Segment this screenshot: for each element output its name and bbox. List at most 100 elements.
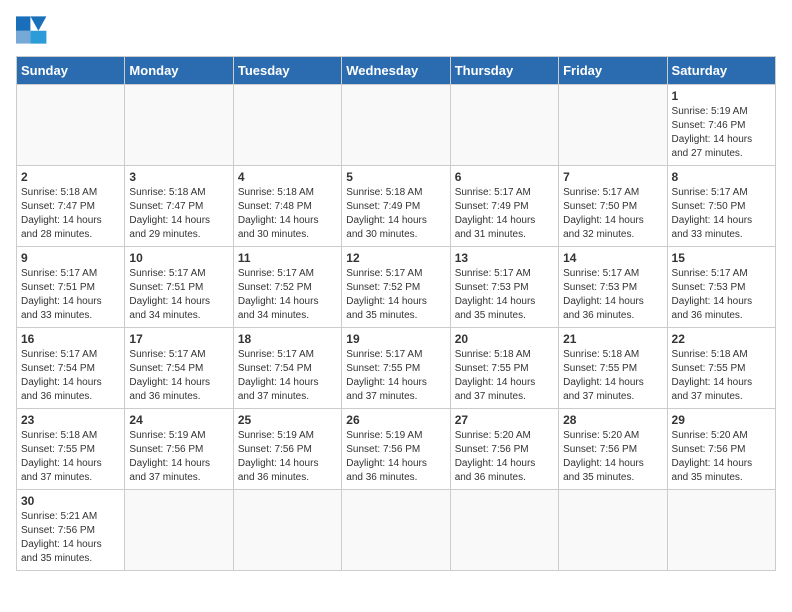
day-info: Sunrise: 5:18 AM Sunset: 7:47 PM Dayligh… — [129, 186, 228, 242]
day-cell: 23 Sunrise: 5:18 AM Sunset: 7:55 PM Dayli… — [17, 409, 125, 490]
day-cell — [667, 490, 775, 571]
day-cell: 16 Sunrise: 5:17 AM Sunset: 7:54 PM Dayli… — [17, 328, 125, 409]
weekday-tuesday: Tuesday — [233, 57, 341, 85]
day-cell — [342, 490, 450, 571]
day-info: Sunrise: 5:17 AM Sunset: 7:53 PM Dayligh… — [563, 267, 662, 323]
day-number: 2 — [21, 170, 120, 184]
weekday-sunday: Sunday — [17, 57, 125, 85]
day-cell: 1 Sunrise: 5:19 AM Sunset: 7:46 PM Daylig… — [667, 85, 775, 166]
day-info: Sunrise: 5:17 AM Sunset: 7:55 PM Dayligh… — [346, 348, 445, 404]
day-number: 11 — [238, 251, 337, 265]
week-row-3: 16 Sunrise: 5:17 AM Sunset: 7:54 PM Dayli… — [17, 328, 776, 409]
day-number: 10 — [129, 251, 228, 265]
day-cell: 21Sunrise: 5:18 AM Sunset: 7:55 PM Dayli… — [559, 328, 667, 409]
weekday-monday: Monday — [125, 57, 233, 85]
day-cell — [450, 85, 558, 166]
day-cell: 27 Sunrise: 5:20 AM Sunset: 7:56 PM Dayli… — [450, 409, 558, 490]
day-info: Sunrise: 5:17 AM Sunset: 7:51 PM Dayligh… — [21, 267, 120, 323]
day-cell — [233, 85, 341, 166]
day-cell: 7 Sunrise: 5:17 AM Sunset: 7:50 PM Daylig… — [559, 166, 667, 247]
day-info: Sunrise: 5:20 AM Sunset: 7:56 PM Dayligh… — [563, 429, 662, 485]
day-cell: 22Sunrise: 5:18 AM Sunset: 7:55 PM Dayli… — [667, 328, 775, 409]
calendar-header: SundayMondayTuesdayWednesdayThursdayFrid… — [17, 57, 776, 85]
day-info: Sunrise: 5:17 AM Sunset: 7:51 PM Dayligh… — [129, 267, 228, 323]
day-info: Sunrise: 5:19 AM Sunset: 7:56 PM Dayligh… — [129, 429, 228, 485]
day-cell — [450, 490, 558, 571]
day-cell: 28 Sunrise: 5:20 AM Sunset: 7:56 PM Dayli… — [559, 409, 667, 490]
day-cell — [17, 85, 125, 166]
day-cell: 11 Sunrise: 5:17 AM Sunset: 7:52 PM Dayli… — [233, 247, 341, 328]
day-cell: 5 Sunrise: 5:18 AM Sunset: 7:49 PM Daylig… — [342, 166, 450, 247]
day-number: 18 — [238, 332, 337, 346]
week-row-1: 2 Sunrise: 5:18 AM Sunset: 7:47 PM Daylig… — [17, 166, 776, 247]
day-cell: 3Sunrise: 5:18 AM Sunset: 7:47 PM Daylig… — [125, 166, 233, 247]
day-number: 7 — [563, 170, 662, 184]
day-info: Sunrise: 5:17 AM Sunset: 7:49 PM Dayligh… — [455, 186, 554, 242]
day-info: Sunrise: 5:19 AM Sunset: 7:46 PM Dayligh… — [672, 105, 771, 161]
day-number: 28 — [563, 413, 662, 427]
day-cell: 20Sunrise: 5:18 AM Sunset: 7:55 PM Dayli… — [450, 328, 558, 409]
day-number: 27 — [455, 413, 554, 427]
day-info: Sunrise: 5:17 AM Sunset: 7:52 PM Dayligh… — [346, 267, 445, 323]
week-row-2: 9 Sunrise: 5:17 AM Sunset: 7:51 PM Daylig… — [17, 247, 776, 328]
day-cell: 9 Sunrise: 5:17 AM Sunset: 7:51 PM Daylig… — [17, 247, 125, 328]
day-info: Sunrise: 5:17 AM Sunset: 7:50 PM Dayligh… — [672, 186, 771, 242]
day-cell: 30Sunrise: 5:21 AM Sunset: 7:56 PM Dayli… — [17, 490, 125, 571]
day-info: Sunrise: 5:17 AM Sunset: 7:53 PM Dayligh… — [455, 267, 554, 323]
day-cell: 6 Sunrise: 5:17 AM Sunset: 7:49 PM Daylig… — [450, 166, 558, 247]
day-number: 6 — [455, 170, 554, 184]
day-info: Sunrise: 5:17 AM Sunset: 7:50 PM Dayligh… — [563, 186, 662, 242]
day-info: Sunrise: 5:18 AM Sunset: 7:48 PM Dayligh… — [238, 186, 337, 242]
day-info: Sunrise: 5:17 AM Sunset: 7:54 PM Dayligh… — [129, 348, 228, 404]
day-info: Sunrise: 5:17 AM Sunset: 7:54 PM Dayligh… — [21, 348, 120, 404]
day-info: Sunrise: 5:19 AM Sunset: 7:56 PM Dayligh… — [238, 429, 337, 485]
week-row-0: 1 Sunrise: 5:19 AM Sunset: 7:46 PM Daylig… — [17, 85, 776, 166]
day-number: 4 — [238, 170, 337, 184]
day-info: Sunrise: 5:19 AM Sunset: 7:56 PM Dayligh… — [346, 429, 445, 485]
day-cell: 10 Sunrise: 5:17 AM Sunset: 7:51 PM Dayli… — [125, 247, 233, 328]
day-number: 5 — [346, 170, 445, 184]
day-number: 29 — [672, 413, 771, 427]
weekday-saturday: Saturday — [667, 57, 775, 85]
day-cell — [342, 85, 450, 166]
day-cell: 15 Sunrise: 5:17 AM Sunset: 7:53 PM Dayli… — [667, 247, 775, 328]
day-number: 1 — [672, 89, 771, 103]
day-cell: 12 Sunrise: 5:17 AM Sunset: 7:52 PM Dayli… — [342, 247, 450, 328]
day-number: 26 — [346, 413, 445, 427]
day-cell: 24Sunrise: 5:19 AM Sunset: 7:56 PM Dayli… — [125, 409, 233, 490]
day-cell — [559, 490, 667, 571]
day-info: Sunrise: 5:18 AM Sunset: 7:49 PM Dayligh… — [346, 186, 445, 242]
day-cell: 14 Sunrise: 5:17 AM Sunset: 7:53 PM Dayli… — [559, 247, 667, 328]
day-info: Sunrise: 5:17 AM Sunset: 7:53 PM Dayligh… — [672, 267, 771, 323]
day-info: Sunrise: 5:17 AM Sunset: 7:52 PM Dayligh… — [238, 267, 337, 323]
day-info: Sunrise: 5:18 AM Sunset: 7:55 PM Dayligh… — [21, 429, 120, 485]
day-cell — [233, 490, 341, 571]
day-number: 12 — [346, 251, 445, 265]
day-number: 23 — [21, 413, 120, 427]
day-number: 16 — [21, 332, 120, 346]
day-cell: 4 Sunrise: 5:18 AM Sunset: 7:48 PM Daylig… — [233, 166, 341, 247]
day-number: 19 — [346, 332, 445, 346]
weekday-thursday: Thursday — [450, 57, 558, 85]
day-number: 9 — [21, 251, 120, 265]
day-info: Sunrise: 5:18 AM Sunset: 7:47 PM Dayligh… — [21, 186, 120, 242]
day-number: 13 — [455, 251, 554, 265]
day-number: 14 — [563, 251, 662, 265]
day-cell — [125, 85, 233, 166]
header — [16, 16, 776, 44]
week-row-5: 30Sunrise: 5:21 AM Sunset: 7:56 PM Dayli… — [17, 490, 776, 571]
day-number: 25 — [238, 413, 337, 427]
day-info: Sunrise: 5:20 AM Sunset: 7:56 PM Dayligh… — [455, 429, 554, 485]
day-cell: 17Sunrise: 5:17 AM Sunset: 7:54 PM Dayli… — [125, 328, 233, 409]
day-cell: 29 Sunrise: 5:20 AM Sunset: 7:56 PM Dayli… — [667, 409, 775, 490]
weekday-header-row: SundayMondayTuesdayWednesdayThursdayFrid… — [17, 57, 776, 85]
day-cell — [125, 490, 233, 571]
day-number: 15 — [672, 251, 771, 265]
day-number: 30 — [21, 494, 120, 508]
day-number: 8 — [672, 170, 771, 184]
day-number: 21 — [563, 332, 662, 346]
calendar: SundayMondayTuesdayWednesdayThursdayFrid… — [16, 56, 776, 571]
day-info: Sunrise: 5:20 AM Sunset: 7:56 PM Dayligh… — [672, 429, 771, 485]
logo — [16, 16, 52, 44]
weekday-friday: Friday — [559, 57, 667, 85]
